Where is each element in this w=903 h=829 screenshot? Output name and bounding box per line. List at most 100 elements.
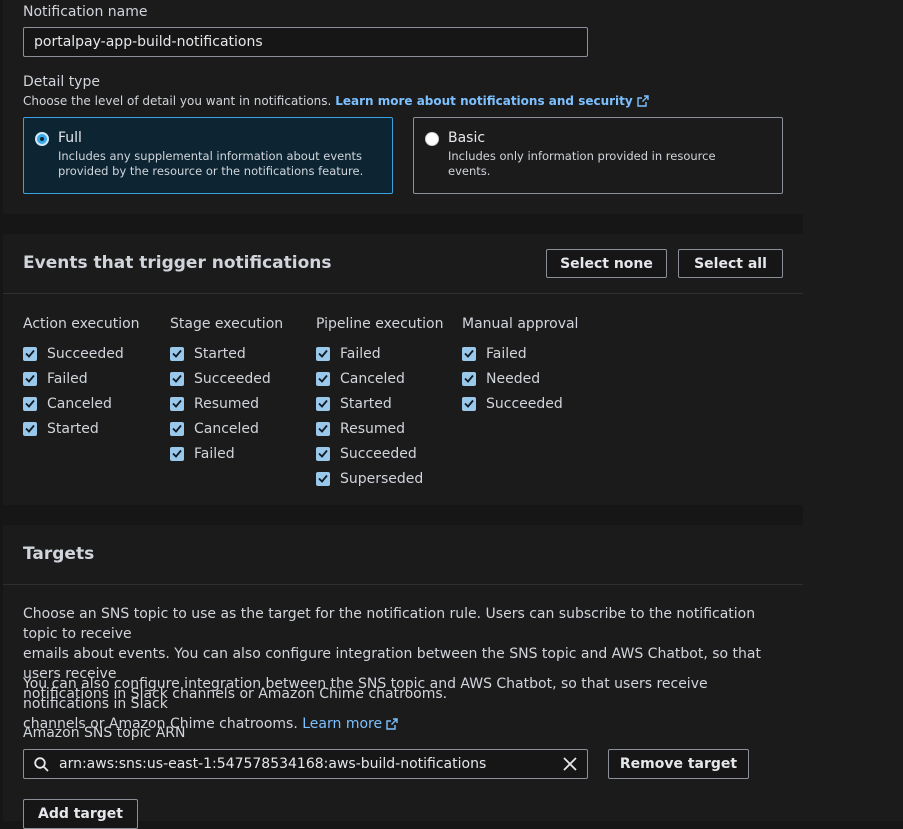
- event-checkbox-row[interactable]: Succeeded: [23, 341, 140, 366]
- events-header: Events that trigger notifications Select…: [3, 234, 803, 294]
- full-radio[interactable]: [35, 132, 49, 146]
- search-icon: [34, 756, 49, 772]
- full-description: Includes any supplemental information ab…: [58, 149, 368, 179]
- full-title: Full: [58, 130, 82, 146]
- event-label: Needed: [486, 370, 541, 387]
- targets-description-line: Choose an SNS topic to use as the target…: [23, 606, 756, 642]
- checkbox-checked-icon[interactable]: [23, 346, 37, 361]
- event-label: Failed: [486, 345, 527, 362]
- event-checkbox-row[interactable]: Succeeded: [462, 391, 578, 416]
- full-description-line2: provided by the resource or the notifica…: [58, 164, 364, 178]
- notification-name-input[interactable]: portalpay-app-build-notifications: [23, 27, 588, 57]
- detail-type-basic-tile[interactable]: Basic Includes only information provided…: [413, 117, 783, 194]
- action-execution-column: Action execution Succeeded Failed Cancel…: [23, 316, 140, 441]
- sns-arn-label: Amazon SNS topic ARN: [23, 725, 186, 741]
- sns-arn-input[interactable]: arn:aws:sns:us-east-1:547578534168:aws-b…: [23, 749, 588, 779]
- notification-name-label: Notification name: [23, 4, 148, 20]
- basic-title: Basic: [448, 130, 486, 146]
- remove-target-button[interactable]: Remove target: [608, 749, 749, 779]
- detail-type-help: Choose the level of detail you want in n…: [23, 94, 649, 110]
- action-execution-heading: Action execution: [23, 316, 140, 332]
- add-target-button[interactable]: Add target: [23, 799, 138, 829]
- learn-more-notifications-link[interactable]: Learn more about notifications and secur…: [335, 94, 649, 108]
- event-label: Succeeded: [194, 370, 271, 387]
- pipeline-execution-column: Pipeline execution Failed Canceled Start…: [316, 316, 443, 491]
- notification-settings-panel: Notification name portalpay-app-build-no…: [3, 0, 803, 214]
- targets-header: Targets: [3, 525, 803, 585]
- event-checkbox-row[interactable]: Succeeded: [316, 441, 443, 466]
- basic-radio[interactable]: [425, 132, 439, 146]
- checkbox-checked-icon[interactable]: [462, 346, 476, 361]
- event-checkbox-row[interactable]: Started: [23, 416, 140, 441]
- event-label: Started: [194, 345, 246, 362]
- basic-description-line1: Includes only information provided in re…: [448, 149, 716, 178]
- event-checkbox-row[interactable]: Started: [170, 341, 283, 366]
- event-label: Canceled: [194, 420, 259, 437]
- event-checkbox-row[interactable]: Failed: [23, 366, 140, 391]
- event-label: Failed: [340, 345, 381, 362]
- checkbox-checked-icon[interactable]: [170, 396, 184, 411]
- checkbox-checked-icon[interactable]: [316, 371, 330, 386]
- event-checkbox-row[interactable]: Succeeded: [170, 366, 283, 391]
- event-label: Canceled: [340, 370, 405, 387]
- learn-more-link[interactable]: Learn more: [302, 716, 398, 732]
- event-checkbox-row[interactable]: Started: [316, 391, 443, 416]
- event-checkbox-row[interactable]: Canceled: [170, 416, 283, 441]
- event-checkbox-row[interactable]: Canceled: [23, 391, 140, 416]
- checkbox-checked-icon[interactable]: [316, 396, 330, 411]
- checkbox-checked-icon[interactable]: [170, 421, 184, 436]
- external-link-icon: [637, 95, 649, 110]
- event-label: Resumed: [194, 395, 260, 412]
- learn-more-link-text: Learn more: [302, 716, 383, 732]
- targets-title: Targets: [23, 544, 95, 564]
- checkbox-checked-icon[interactable]: [23, 371, 37, 386]
- right-gutter: [803, 0, 903, 821]
- checkbox-checked-icon[interactable]: [316, 471, 330, 486]
- targets-panel: Targets Choose an SNS topic to use as th…: [3, 525, 803, 829]
- event-label: Started: [47, 420, 99, 437]
- stage-execution-column: Stage execution Started Succeeded Resume…: [170, 316, 283, 466]
- checkbox-checked-icon[interactable]: [462, 371, 476, 386]
- notification-name-value: portalpay-app-build-notifications: [34, 34, 263, 50]
- events-title: Events that trigger notifications: [23, 253, 332, 273]
- checkbox-checked-icon[interactable]: [462, 396, 476, 411]
- checkbox-checked-icon[interactable]: [316, 421, 330, 436]
- event-checkbox-row[interactable]: Canceled: [316, 366, 443, 391]
- event-checkbox-row[interactable]: Needed: [462, 366, 578, 391]
- event-checkbox-row[interactable]: Failed: [462, 341, 578, 366]
- event-checkbox-row[interactable]: Failed: [170, 441, 283, 466]
- pipeline-execution-heading: Pipeline execution: [316, 316, 444, 332]
- event-label: Failed: [194, 445, 235, 462]
- events-panel: Events that trigger notifications Select…: [3, 234, 803, 505]
- manual-approval-heading: Manual approval: [462, 316, 579, 332]
- manual-approval-column: Manual approval Failed Needed Succeeded: [462, 316, 578, 416]
- checkbox-checked-icon[interactable]: [23, 421, 37, 436]
- detail-type-help-text: Choose the level of detail you want in n…: [23, 94, 332, 108]
- event-label: Failed: [47, 370, 88, 387]
- select-all-button[interactable]: Select all: [678, 249, 783, 278]
- event-label: Started: [340, 395, 392, 412]
- event-label: Superseded: [340, 470, 424, 487]
- checkbox-checked-icon[interactable]: [316, 446, 330, 461]
- checkbox-checked-icon[interactable]: [170, 446, 184, 461]
- event-checkbox-row[interactable]: Superseded: [316, 466, 443, 491]
- detail-type-full-tile[interactable]: Full Includes any supplemental informati…: [23, 117, 393, 194]
- full-description-line1: Includes any supplemental information ab…: [58, 149, 363, 163]
- basic-description: Includes only information provided in re…: [448, 149, 758, 179]
- event-checkbox-row[interactable]: Resumed: [316, 416, 443, 441]
- checkbox-checked-icon[interactable]: [170, 346, 184, 361]
- learn-more-notifications-link-text: Learn more about notifications and secur…: [335, 94, 633, 108]
- sns-arn-value: arn:aws:sns:us-east-1:547578534168:aws-b…: [59, 756, 487, 772]
- clear-icon[interactable]: [563, 757, 577, 771]
- detail-type-label: Detail type: [23, 74, 100, 90]
- event-label: Resumed: [340, 420, 406, 437]
- event-label: Succeeded: [486, 395, 563, 412]
- checkbox-checked-icon[interactable]: [23, 396, 37, 411]
- checkbox-checked-icon[interactable]: [170, 371, 184, 386]
- stage-execution-heading: Stage execution: [170, 316, 284, 332]
- external-link-icon: [386, 716, 398, 736]
- event-checkbox-row[interactable]: Failed: [316, 341, 443, 366]
- select-none-button[interactable]: Select none: [546, 249, 667, 278]
- event-checkbox-row[interactable]: Resumed: [170, 391, 283, 416]
- checkbox-checked-icon[interactable]: [316, 346, 330, 361]
